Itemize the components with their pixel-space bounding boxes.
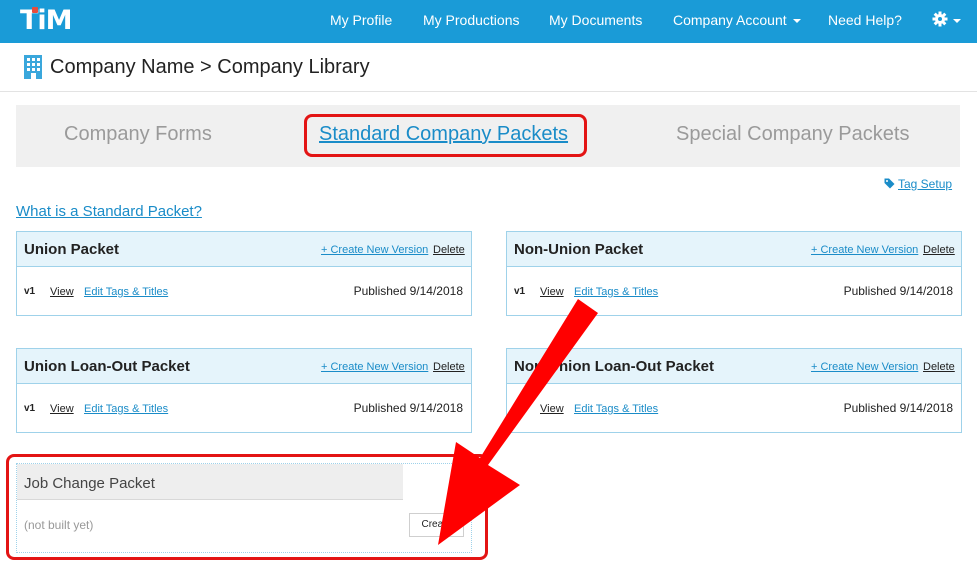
edit-tags-titles-link[interactable]: Edit Tags & Titles: [84, 403, 168, 415]
published-date: Published 9/14/2018: [843, 401, 953, 415]
nav-company-account[interactable]: Company Account: [673, 12, 801, 28]
packet-card-non-union: Non-Union Packet + Create New Version De…: [506, 231, 962, 316]
tag-setup-link[interactable]: Tag Setup: [884, 177, 952, 191]
breadcrumb-text: Company Name > Company Library: [50, 55, 370, 78]
published-date: Published 9/14/2018: [353, 401, 463, 415]
view-link[interactable]: View: [50, 286, 74, 298]
job-change-highlight: [6, 454, 488, 560]
packet-card-header: Union Loan-Out Packet + Create New Versi…: [17, 349, 471, 384]
settings-chevron-down-icon[interactable]: [953, 19, 961, 23]
packet-version-row: v1 View Edit Tags & Titles Published 9/1…: [17, 384, 471, 432]
tim-logo[interactable]: TiM: [20, 6, 73, 36]
nav-need-help[interactable]: Need Help?: [828, 12, 902, 28]
delete-link[interactable]: Delete: [433, 244, 465, 256]
published-date: Published 9/14/2018: [843, 284, 953, 298]
nav-my-productions[interactable]: My Productions: [423, 12, 519, 28]
top-navigation-bar: TiM My Profile My Productions My Documen…: [0, 0, 977, 43]
edit-tags-titles-link[interactable]: Edit Tags & Titles: [574, 403, 658, 415]
version-label: v1: [24, 286, 36, 297]
tab-company-forms[interactable]: Company Forms: [64, 123, 212, 146]
gear-icon[interactable]: [932, 11, 948, 27]
view-link[interactable]: View: [50, 403, 74, 415]
nav-my-documents[interactable]: My Documents: [549, 12, 642, 28]
packet-version-row: v1 View Edit Tags & Titles Published 9/1…: [507, 384, 961, 432]
delete-link[interactable]: Delete: [923, 244, 955, 256]
nav-company-account-label: Company Account: [673, 12, 787, 28]
breadcrumb: Company Name > Company Library: [22, 52, 370, 82]
view-link[interactable]: View: [540, 286, 564, 298]
packet-card-union-loan-out: Union Loan-Out Packet + Create New Versi…: [16, 348, 472, 433]
delete-link[interactable]: Delete: [923, 361, 955, 373]
create-new-version-link[interactable]: + Create New Version: [811, 361, 918, 373]
packet-title: Non-Union Loan-Out Packet: [514, 358, 714, 375]
version-label: v1: [24, 403, 36, 414]
tag-setup-label: Tag Setup: [898, 177, 953, 191]
packet-card-header: Non-Union Packet + Create New Version De…: [507, 232, 961, 267]
building-icon: [24, 55, 42, 79]
packet-title: Union Packet: [24, 241, 120, 258]
what-is-standard-packet-link[interactable]: What is a Standard Packet?: [16, 203, 202, 220]
active-tab-highlight: [304, 114, 587, 157]
create-new-version-link[interactable]: + Create New Version: [811, 244, 918, 256]
tag-icon: [884, 178, 895, 189]
edit-tags-titles-link[interactable]: Edit Tags & Titles: [574, 286, 658, 298]
header-divider: [0, 91, 977, 92]
packet-version-row: v1 View Edit Tags & Titles Published 9/1…: [17, 267, 471, 315]
packet-card-union: Union Packet + Create New Version Delete…: [16, 231, 472, 316]
packet-card-header: Union Packet + Create New Version Delete: [17, 232, 471, 267]
published-date: Published 9/14/2018: [353, 284, 463, 298]
packet-title: Union Loan-Out Packet: [24, 358, 190, 375]
packet-title: Non-Union Packet: [514, 241, 644, 258]
tab-special-company-packets[interactable]: Special Company Packets: [676, 123, 909, 146]
nav-my-profile[interactable]: My Profile: [330, 12, 392, 28]
view-link[interactable]: View: [540, 403, 564, 415]
create-new-version-link[interactable]: + Create New Version: [321, 244, 428, 256]
version-label: v1: [514, 403, 526, 414]
version-label: v1: [514, 286, 526, 297]
packet-card-header: Non-Union Loan-Out Packet + Create New V…: [507, 349, 961, 384]
packet-card-non-union-loan-out: Non-Union Loan-Out Packet + Create New V…: [506, 348, 962, 433]
packet-version-row: v1 View Edit Tags & Titles Published 9/1…: [507, 267, 961, 315]
create-new-version-link[interactable]: + Create New Version: [321, 361, 428, 373]
edit-tags-titles-link[interactable]: Edit Tags & Titles: [84, 286, 168, 298]
delete-link[interactable]: Delete: [433, 361, 465, 373]
chevron-down-icon: [792, 19, 801, 24]
